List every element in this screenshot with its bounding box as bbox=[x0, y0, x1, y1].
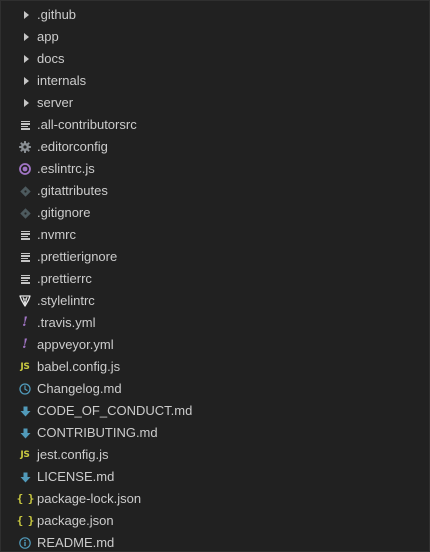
file-label: .gitignore bbox=[37, 205, 91, 220]
file-code-of-conduct[interactable]: CODE_OF_CONDUCT.md bbox=[1, 400, 429, 422]
file-babel-config[interactable]: JS babel.config.js bbox=[1, 356, 429, 378]
file-label: jest.config.js bbox=[37, 447, 109, 462]
eslint-icon bbox=[17, 158, 33, 180]
file-label: babel.config.js bbox=[37, 359, 121, 374]
folder-internals[interactable]: internals bbox=[1, 70, 429, 92]
file-label: .prettierrc bbox=[37, 271, 92, 286]
file-label: LICENSE.md bbox=[37, 469, 115, 484]
git-icon bbox=[17, 202, 33, 224]
file-eslintrc[interactable]: .eslintrc.js bbox=[1, 158, 429, 180]
file-label: Changelog.md bbox=[37, 381, 122, 396]
file-label: appveyor.yml bbox=[37, 337, 114, 352]
file-prettierignore[interactable]: .prettierignore bbox=[1, 246, 429, 268]
chevron-right-icon[interactable] bbox=[17, 4, 33, 26]
file-gitattributes[interactable]: .gitattributes bbox=[1, 180, 429, 202]
file-label: package.json bbox=[37, 513, 114, 528]
folder-app[interactable]: app bbox=[1, 26, 429, 48]
file-jest-config[interactable]: JS jest.config.js bbox=[1, 444, 429, 466]
yaml-glyph: ! bbox=[22, 315, 28, 330]
file-stylelintrc[interactable]: .stylelintrc bbox=[1, 290, 429, 312]
javascript-icon: JS bbox=[17, 356, 33, 378]
markdown-arrow-icon bbox=[17, 422, 33, 444]
chevron-right-icon[interactable] bbox=[17, 92, 33, 114]
text-lines-icon bbox=[17, 268, 33, 290]
javascript-icon: JS bbox=[17, 444, 33, 466]
folder-label: app bbox=[37, 29, 59, 44]
chevron-right-icon[interactable] bbox=[17, 26, 33, 48]
file-label: .eslintrc.js bbox=[37, 161, 95, 176]
markdown-arrow-icon bbox=[17, 466, 33, 488]
file-editorconfig[interactable]: .editorconfig bbox=[1, 136, 429, 158]
file-tree: .github app docs internals server .all-c… bbox=[1, 4, 429, 551]
file-label: .nvmrc bbox=[37, 227, 76, 242]
file-prettierrc[interactable]: .prettierrc bbox=[1, 268, 429, 290]
folder-github[interactable]: .github bbox=[1, 4, 429, 26]
file-label: package-lock.json bbox=[37, 491, 142, 506]
json-glyph: { } bbox=[16, 492, 35, 505]
folder-server[interactable]: server bbox=[1, 92, 429, 114]
folder-label: .github bbox=[37, 7, 77, 22]
file-label: CODE_OF_CONDUCT.md bbox=[37, 403, 193, 418]
file-gitignore[interactable]: .gitignore bbox=[1, 202, 429, 224]
file-label: .gitattributes bbox=[37, 183, 108, 198]
yaml-glyph: ! bbox=[22, 337, 28, 352]
js-glyph: JS bbox=[20, 450, 30, 460]
gear-icon bbox=[17, 136, 33, 158]
folder-label: docs bbox=[37, 51, 65, 66]
git-icon bbox=[17, 180, 33, 202]
file-label: .prettierignore bbox=[37, 249, 118, 264]
file-readme[interactable]: README.md bbox=[1, 532, 429, 551]
file-package-json[interactable]: { } package.json bbox=[1, 510, 429, 532]
file-label: README.md bbox=[37, 535, 115, 550]
file-label: .stylelintrc bbox=[37, 293, 95, 308]
file-travis-yml[interactable]: ! .travis.yml bbox=[1, 312, 429, 334]
file-label: .all-contributorsrc bbox=[37, 117, 137, 132]
file-contributing[interactable]: CONTRIBUTING.md bbox=[1, 422, 429, 444]
file-all-contributorsrc[interactable]: .all-contributorsrc bbox=[1, 114, 429, 136]
stylelint-icon bbox=[17, 290, 33, 312]
json-glyph: { } bbox=[16, 514, 35, 527]
text-lines-icon bbox=[17, 246, 33, 268]
file-license[interactable]: LICENSE.md bbox=[1, 466, 429, 488]
markdown-arrow-icon bbox=[17, 400, 33, 422]
file-explorer: .github app docs internals server .all-c… bbox=[0, 0, 430, 552]
folder-label: internals bbox=[37, 73, 87, 88]
text-lines-icon bbox=[17, 114, 33, 136]
clock-icon bbox=[17, 378, 33, 400]
file-label: .travis.yml bbox=[37, 315, 96, 330]
chevron-right-icon[interactable] bbox=[17, 48, 33, 70]
yaml-icon: ! bbox=[17, 312, 33, 334]
folder-label: server bbox=[37, 95, 74, 110]
file-label: .editorconfig bbox=[37, 139, 108, 154]
file-changelog[interactable]: Changelog.md bbox=[1, 378, 429, 400]
chevron-right-icon[interactable] bbox=[17, 70, 33, 92]
info-icon bbox=[17, 532, 33, 551]
json-icon: { } bbox=[16, 488, 35, 510]
file-package-lock-json[interactable]: { } package-lock.json bbox=[1, 488, 429, 510]
file-nvmrc[interactable]: .nvmrc bbox=[1, 224, 429, 246]
yaml-icon: ! bbox=[17, 334, 33, 356]
text-lines-icon bbox=[17, 224, 33, 246]
file-appveyor-yml[interactable]: ! appveyor.yml bbox=[1, 334, 429, 356]
folder-docs[interactable]: docs bbox=[1, 48, 429, 70]
json-icon: { } bbox=[16, 510, 35, 532]
file-label: CONTRIBUTING.md bbox=[37, 425, 158, 440]
js-glyph: JS bbox=[20, 362, 30, 372]
